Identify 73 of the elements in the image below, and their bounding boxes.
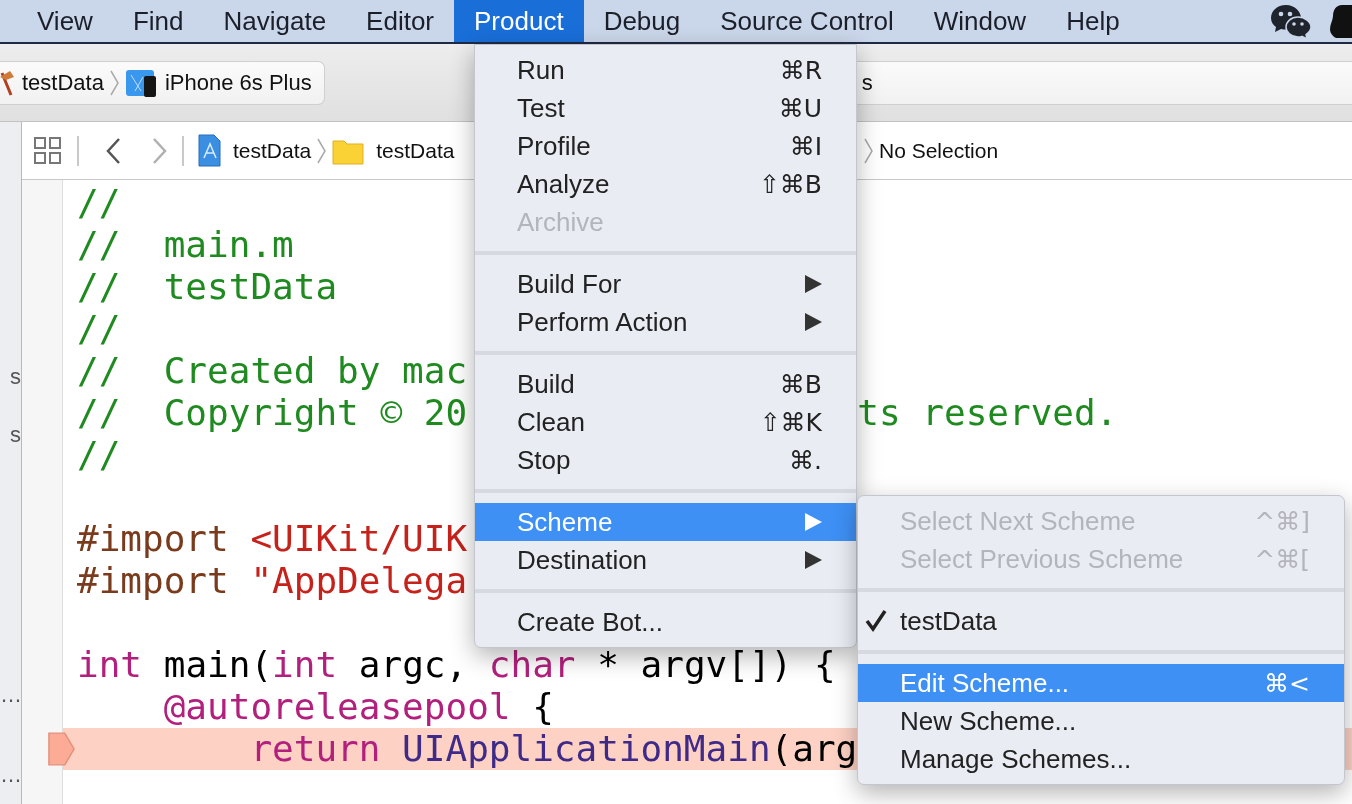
code-line: // testData — [77, 266, 338, 307]
menu-item[interactable]: Stop ⌘. — [475, 441, 856, 479]
menu-item[interactable]: Destination — [475, 541, 856, 579]
navigator-item[interactable]: … — [0, 682, 21, 707]
scheme-button[interactable]: testData — [0, 61, 104, 104]
grid-icon[interactable] — [34, 137, 61, 164]
code-line: // Copyright © 20 — [77, 392, 468, 433]
menu-bar-item[interactable]: Debug — [583, 0, 701, 42]
menu-item[interactable]: Test ⌘U — [475, 89, 856, 127]
menu-item[interactable]: Profile ⌘I — [475, 127, 856, 165]
path-chevron-icon — [317, 137, 327, 164]
menu-item: Archive — [516, 205, 605, 239]
back-button[interactable] — [105, 136, 122, 165]
keyboard-shortcut: ⇧⌘B — [758, 169, 822, 199]
app-file-icon — [198, 134, 221, 167]
path-chevron-icon — [864, 137, 873, 164]
penguin-icon[interactable] — [1330, 3, 1352, 39]
keyboard-shortcut: ⌘R — [779, 55, 822, 85]
code-line: #import "AppDelega — [77, 560, 468, 601]
path-item[interactable]: testData — [198, 134, 312, 167]
keyboard-shortcut: ⌘< — [1264, 668, 1310, 698]
hammer-icon — [0, 68, 14, 97]
menu-bar-item[interactable]: Source Control — [700, 0, 914, 42]
path-item[interactable]: testData — [332, 136, 455, 165]
menu-item: Select Next Scheme ^⌘] — [899, 504, 1311, 538]
submenu-arrow-icon — [804, 312, 822, 332]
navigator-item[interactable]: … — [0, 762, 21, 787]
code-line: // Created by mac — [77, 350, 468, 391]
code-line: #import <UIKit/UIK — [77, 518, 468, 559]
path-item[interactable]: No Selection — [879, 138, 999, 163]
code-line: // — [77, 434, 121, 475]
menu-bar-item[interactable]: Find — [112, 0, 204, 42]
menu-bar-item[interactable]: View — [17, 0, 113, 42]
menu-item: Select Previous Scheme ^⌘[ — [899, 542, 1311, 576]
menu-item[interactable]: Build ⌘B — [475, 365, 856, 403]
menu-bar-item[interactable]: Navigate — [203, 0, 347, 42]
keyboard-shortcut: ⌘I — [789, 131, 822, 161]
menu-item[interactable]: Manage Schemes... — [858, 740, 1344, 778]
menu-bar-item[interactable]: Editor — [346, 0, 454, 42]
menu-item[interactable]: Create Bot... — [475, 603, 856, 641]
code-line: return UIApplicationMain(arg — [249, 728, 858, 769]
menu-bar-item[interactable]: Window — [913, 0, 1047, 42]
keyboard-shortcut: ⌘U — [778, 93, 822, 123]
code-line: // — [77, 182, 121, 223]
menu-item[interactable]: Analyze ⇧⌘B — [475, 165, 856, 203]
menu-item[interactable]: Run ⌘R — [475, 51, 856, 89]
keyboard-shortcut: ⇧⌘K — [759, 407, 822, 437]
path-chevron-icon — [109, 69, 119, 96]
menu-item[interactable]: New Scheme... — [858, 702, 1344, 740]
keyboard-shortcut: ⌘B — [779, 369, 822, 399]
code-line: int main(int argc, char * argv[]) { — [77, 644, 836, 685]
navigator-item[interactable]: s — [10, 364, 21, 389]
code-text: ts reserved. — [857, 392, 1118, 433]
menu-item[interactable]: Build For — [475, 265, 856, 303]
code-line: // — [77, 308, 121, 349]
menu-bar-item[interactable]: Help — [1046, 0, 1140, 42]
submenu-arrow-icon — [804, 274, 822, 294]
menu-bar-item[interactable]: Product — [454, 0, 584, 42]
menu-item[interactable]: testData — [858, 602, 1344, 640]
keyboard-shortcut: ^⌘[ — [1254, 544, 1310, 574]
menu-item[interactable]: Clean ⇧⌘K — [475, 403, 856, 441]
code-line: @autoreleasepool { — [162, 686, 554, 727]
chat-bubbles-icon[interactable] — [1270, 2, 1312, 40]
keyboard-shortcut: ^⌘] — [1254, 506, 1310, 536]
checkmark-icon — [865, 609, 887, 633]
code-line: // main.m — [77, 224, 294, 265]
activity-status-text: s — [861, 69, 873, 96]
submenu-arrow-icon — [804, 512, 822, 532]
navigator-item[interactable]: s — [10, 422, 21, 447]
submenu-arrow-icon — [804, 550, 822, 570]
keyboard-shortcut: ⌘. — [789, 445, 822, 475]
destination-button[interactable]: iPhone 6s Plus — [124, 61, 312, 104]
menu-item[interactable]: Perform Action — [475, 303, 856, 341]
